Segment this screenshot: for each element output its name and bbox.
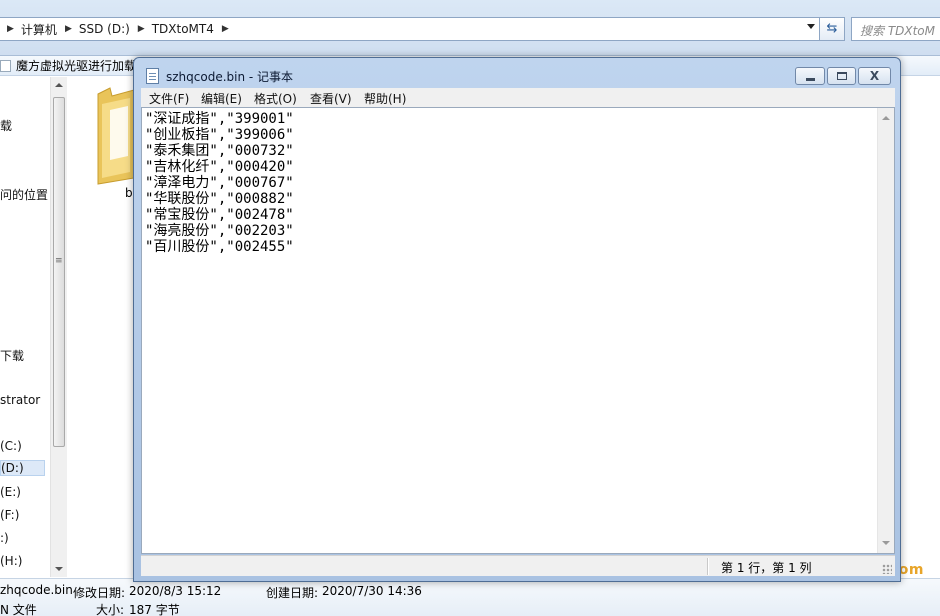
menu-file[interactable]: 文件(F) [149, 90, 189, 107]
menu-view[interactable]: 查看(V) [310, 90, 352, 107]
breadcrumb-drive[interactable]: SSD (D:) [79, 22, 130, 36]
menu-help[interactable]: 帮助(H) [364, 90, 406, 107]
nav-item-drive-e[interactable]: (E:) [0, 485, 21, 499]
details-created-value: 2020/7/30 14:36 [322, 584, 422, 598]
maximize-button[interactable] [827, 67, 856, 85]
close-button[interactable]: X [858, 67, 891, 85]
nav-item-recent-places[interactable]: 问的位置 [0, 186, 48, 203]
cursor-position: 第 1 行，第 1 列 [721, 561, 812, 575]
details-created-label: 创建日期: [266, 586, 319, 600]
editor-scrollbar[interactable] [877, 108, 894, 553]
scroll-up-icon[interactable] [55, 83, 63, 87]
nav-item-drive-f[interactable]: (F:) [0, 508, 19, 522]
toolbar-label: 魔方虚拟光驱进行加载 [16, 59, 137, 73]
menu-edit[interactable]: 编辑(E) [201, 90, 242, 107]
notepad-icon [146, 68, 159, 84]
nav-item-download[interactable]: 下载 [0, 347, 24, 364]
editor-content[interactable]: "深证成指","399001" "创业板指","399006" "泰禾集团","… [145, 111, 294, 255]
address-dropdown-icon[interactable] [807, 24, 815, 29]
breadcrumb-arrow-icon[interactable]: ▶ [65, 24, 72, 34]
text-editor[interactable]: "深证成指","399001" "创业板指","399006" "泰禾集团","… [141, 107, 895, 554]
details-pane: zhqcode.bin 修改日期: 2020/8/3 15:12 创建日期: 2… [0, 578, 940, 616]
notepad-window[interactable]: szhqcode.bin - 记事本 X 文件(F) 编辑(E) 格式(O) 查… [133, 57, 901, 582]
mount-virtual-drive-button[interactable]: 魔方虚拟光驱进行加载 [0, 57, 136, 74]
refresh-icon: ⇆ [826, 21, 838, 36]
minimize-button[interactable] [795, 67, 825, 85]
breadcrumb-arrow-icon[interactable]: ▶ [222, 24, 229, 34]
address-row: ▶ 计算机 ▶ SSD (D:) ▶ TDXtoMT4 ▶ ⇆ 搜索 TDXto… [0, 0, 940, 56]
window-title: szhqcode.bin - 记事本 [166, 70, 294, 84]
scroll-thumb[interactable] [53, 97, 65, 447]
details-size-value: 187 字节 [129, 603, 180, 616]
status-bar: 第 1 行，第 1 列 [141, 555, 895, 576]
scroll-up-icon[interactable] [882, 116, 890, 120]
minimize-icon [806, 78, 815, 81]
nav-item-drive-h[interactable]: (H:) [0, 554, 22, 568]
breadcrumb-arrow-icon[interactable]: ▶ [7, 24, 14, 34]
nav-scrollbar[interactable]: ≡ [50, 77, 67, 577]
maximize-icon [837, 72, 847, 80]
details-size-label: 大小: [96, 603, 125, 616]
details-filename: zhqcode.bin [0, 583, 73, 597]
scroll-down-icon[interactable] [55, 567, 63, 571]
nav-item-downloads[interactable]: 载 [0, 117, 12, 134]
nav-item-drive-g[interactable]: :) [0, 531, 9, 545]
disc-image-icon [0, 59, 11, 72]
breadcrumb-arrow-icon[interactable]: ▶ [138, 24, 145, 34]
refresh-button[interactable]: ⇆ [819, 17, 845, 41]
nav-item-drive-c[interactable]: (C:) [0, 439, 22, 453]
resize-grip-icon[interactable] [882, 564, 892, 574]
details-modified-label: 修改日期: [73, 586, 126, 600]
scroll-down-icon[interactable] [882, 541, 890, 545]
status-divider [707, 558, 708, 575]
nav-item-drive-d[interactable]: (D:) [0, 460, 45, 476]
folder-label[interactable]: b [125, 186, 133, 200]
search-input[interactable]: 搜索 TDXtoM [851, 17, 940, 41]
address-bar[interactable]: ▶ 计算机 ▶ SSD (D:) ▶ TDXtoMT4 ▶ [0, 17, 820, 41]
close-icon: X [869, 69, 880, 83]
menu-format[interactable]: 格式(O) [254, 90, 297, 107]
folder-icon[interactable] [96, 86, 136, 186]
details-type-value: N 文件 [0, 603, 37, 616]
scroll-grip-icon: ≡ [55, 256, 63, 266]
details-modified-value: 2020/8/3 15:12 [129, 584, 222, 598]
menu-bar: 文件(F) 编辑(E) 格式(O) 查看(V) 帮助(H) [141, 88, 895, 107]
breadcrumb-computer[interactable]: 计算机 [21, 21, 57, 38]
nav-item-administrator[interactable]: strator [0, 393, 40, 407]
breadcrumb-folder[interactable]: TDXtoMT4 [152, 22, 214, 36]
